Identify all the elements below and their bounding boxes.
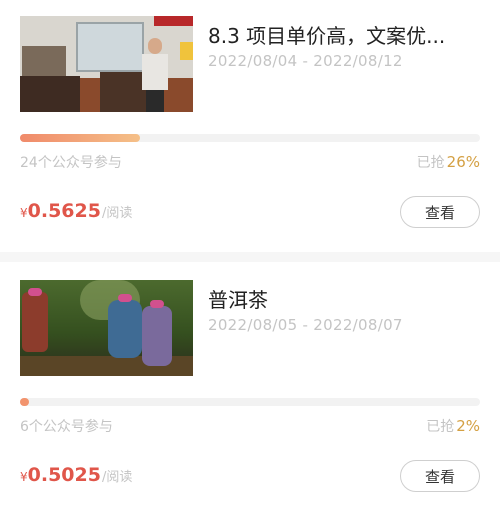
grabbed-status: 已抢 2% [426,416,480,436]
task-title[interactable]: 8.3 项目单价高，文案优... [208,20,445,49]
task-thumbnail[interactable] [20,16,193,112]
price: ¥0.5025/阅读 [20,464,132,486]
progress-bar [20,134,480,142]
task-thumbnail[interactable] [20,280,193,376]
progress-fill [20,134,140,142]
view-button[interactable]: 查看 [400,460,480,492]
progress-fill [20,398,30,406]
task-card[interactable]: 8.3 项目单价高，文案优... 2022/08/04 - 2022/08/12… [0,0,500,252]
task-card[interactable]: 普洱茶 2022/08/05 - 2022/08/07 6个公众号参与 已抢 2%… [0,262,500,512]
price: ¥0.5625/阅读 [20,200,132,222]
participants-count: 24个公众号参与 [20,155,122,171]
price-value: 0.5625 [27,200,101,222]
price-unit: /阅读 [101,470,133,485]
price-unit: /阅读 [101,206,133,221]
task-title[interactable]: 普洱茶 [208,284,268,313]
price-value: 0.5025 [27,464,101,486]
task-date-range: 2022/08/05 - 2022/08/07 [208,316,403,334]
task-date-range: 2022/08/04 - 2022/08/12 [208,52,403,70]
card-divider [0,252,500,262]
currency-symbol: ¥ [20,206,28,220]
grabbed-label: 已抢 [416,155,445,171]
currency-symbol: ¥ [20,470,28,484]
participants-count: 6个公众号参与 [20,419,113,435]
grabbed-percent: 2% [456,417,480,435]
progress-bar [20,398,480,406]
grabbed-status: 已抢 26% [417,152,480,172]
grabbed-percent: 26% [446,153,480,171]
grabbed-label: 已抢 [426,419,455,435]
view-button[interactable]: 查看 [400,196,480,228]
